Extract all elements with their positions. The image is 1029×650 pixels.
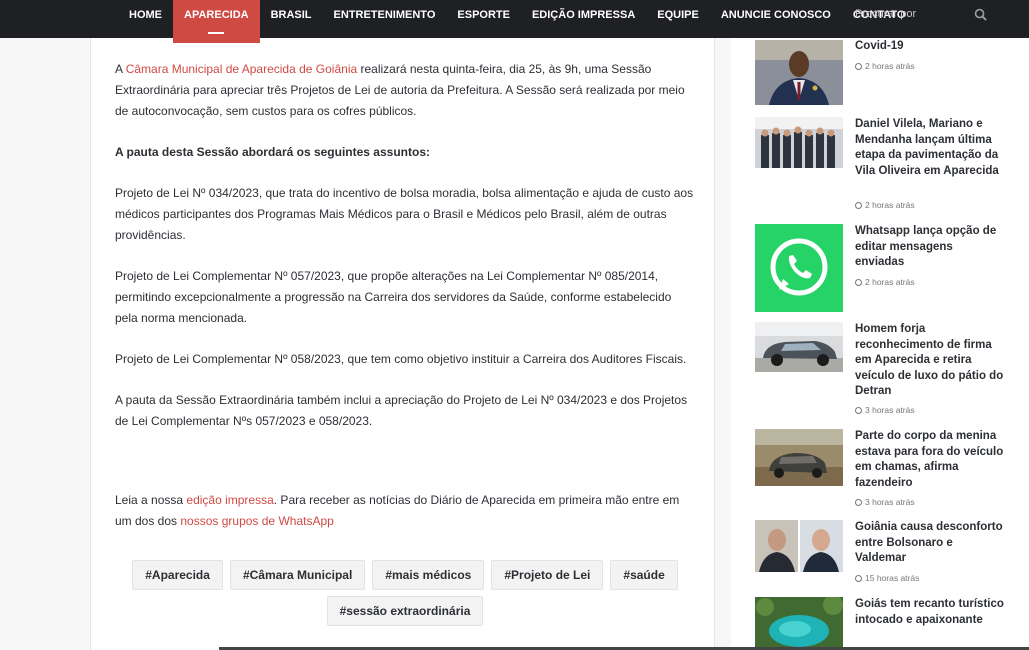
nav-item-esporte[interactable]: ESPORTE xyxy=(446,0,521,38)
post-title[interactable]: Homem forja reconhecimento de firma em A… xyxy=(855,322,1005,400)
edicao-impressa-link[interactable]: edição impressa xyxy=(186,493,273,507)
clock-icon xyxy=(855,499,862,506)
list-item[interactable]: Daniel Vilela, Mariano e Mendanha lançam… xyxy=(755,117,1025,217)
read-more-note: Leia a nossa edição impressa. Para receb… xyxy=(115,490,695,532)
paragraph-intro: A Câmara Municipal de Aparecida de Goiân… xyxy=(115,59,695,122)
paragraph-pl-034: Projeto de Lei Nº 034/2023, que trata do… xyxy=(115,186,694,242)
time-text: 3 horas atrás xyxy=(865,497,915,507)
clock-icon xyxy=(855,407,862,414)
tag-list: #Aparecida #Câmara Municipal #mais médic… xyxy=(115,560,695,626)
post-time: 2 horas atrás xyxy=(855,277,915,287)
article-body: A Câmara Municipal de Aparecida de Goiân… xyxy=(115,59,695,452)
tag-aparecida[interactable]: #Aparecida xyxy=(132,560,223,590)
car-photo-thumbnail[interactable] xyxy=(755,322,843,372)
list-item[interactable]: Goiás tem recanto turístico intocado e a… xyxy=(755,597,1025,650)
sidebar-recent-posts: Covid-19 2 horas atrás Daniel Vilela, Ma… xyxy=(731,0,1029,650)
nav-item-equipe[interactable]: EQUIPE xyxy=(646,0,710,38)
top-navigation: HOME APARECIDA BRASIL ENTRETENIMENTO ESP… xyxy=(0,0,1029,43)
article-container: A Câmara Municipal de Aparecida de Goiân… xyxy=(90,0,715,650)
post-title[interactable]: Whatsapp lança opção de editar mensagens… xyxy=(855,224,1005,271)
group-photo-thumbnail[interactable] xyxy=(755,117,843,168)
paragraph-plc-057: Projeto de Lei Complementar Nº 057/2023,… xyxy=(115,269,672,325)
time-text: 2 horas atrás xyxy=(865,200,915,210)
nav-item-brasil[interactable]: BRASIL xyxy=(260,0,323,38)
nav-item-edicao-impressa[interactable]: EDIÇÃO IMPRESSA xyxy=(521,0,646,38)
tag-saude[interactable]: #saúde xyxy=(610,560,678,590)
time-text: 2 horas atrás xyxy=(865,61,915,71)
time-text: 15 horas atrás xyxy=(865,573,920,583)
camara-municipal-link[interactable]: Câmara Municipal de Aparecida de Goiânia xyxy=(126,62,357,76)
post-time: 2 horas atrás xyxy=(855,61,915,71)
agenda-heading: A pauta desta Sessão abordará os seguint… xyxy=(115,145,430,159)
whatsapp-logo-icon[interactable] xyxy=(755,224,843,312)
post-title[interactable]: Goiânia causa desconforto entre Bolsonar… xyxy=(855,520,1005,567)
clock-icon xyxy=(855,63,862,70)
time-text: 2 horas atrás xyxy=(865,277,915,287)
list-item[interactable]: Whatsapp lança opção de editar mensagens… xyxy=(755,224,1025,314)
tag-sessao-extraordinaria[interactable]: #sessão extraordinária xyxy=(326,596,484,626)
time-text: 3 horas atrás xyxy=(865,405,915,415)
tag-projeto-de-lei[interactable]: #Projeto de Lei xyxy=(491,560,604,590)
clock-icon xyxy=(855,279,862,286)
text: A xyxy=(115,62,126,76)
politicians-photo-thumbnail[interactable] xyxy=(755,520,843,572)
post-time: 15 horas atrás xyxy=(855,573,919,583)
post-title[interactable]: Goiás tem recanto turístico intocado e a… xyxy=(855,597,1005,628)
list-item[interactable]: Parte do corpo da menina estava para for… xyxy=(755,429,1025,514)
lagoon-photo-thumbnail[interactable] xyxy=(755,597,843,650)
paragraph-pauta: A pauta da Sessão Extraordinária também … xyxy=(115,393,688,428)
search-input[interactable]: Procurar por xyxy=(855,8,916,20)
clock-icon xyxy=(855,575,862,582)
nav-item-entretenimento[interactable]: ENTRETENIMENTO xyxy=(323,0,447,38)
politician-photo-thumbnail[interactable] xyxy=(755,40,843,105)
list-item[interactable]: Homem forja reconhecimento de firma em A… xyxy=(755,322,1025,422)
clock-icon xyxy=(855,202,862,209)
post-title[interactable]: Covid-19 xyxy=(855,39,1005,55)
whatsapp-groups-link[interactable]: nossos grupos de WhatsApp xyxy=(180,514,333,528)
nav-item-aparecida[interactable]: APARECIDA xyxy=(173,0,260,43)
post-title[interactable]: Parte do corpo da menina estava para for… xyxy=(855,429,1005,491)
text: Leia a nossa xyxy=(115,493,187,507)
nav-item-home[interactable]: HOME xyxy=(118,0,173,38)
nav-item-anuncie-conosco[interactable]: ANUNCIE CONOSCO xyxy=(710,0,842,38)
tag-camara-municipal[interactable]: #Câmara Municipal xyxy=(229,560,366,590)
post-title[interactable]: Daniel Vilela, Mariano e Mendanha lançam… xyxy=(855,117,1005,179)
search-icon[interactable] xyxy=(974,8,987,21)
list-item[interactable]: Goiânia causa desconforto entre Bolsonar… xyxy=(755,520,1025,590)
post-time: 3 horas atrás xyxy=(855,405,915,415)
post-time: 3 horas atrás xyxy=(855,497,915,507)
tag-mais-medicos[interactable]: #mais médicos xyxy=(372,560,485,590)
burned-car-photo-thumbnail[interactable] xyxy=(755,429,843,486)
post-time: 2 horas atrás xyxy=(855,200,915,210)
nav-menu: HOME APARECIDA BRASIL ENTRETENIMENTO ESP… xyxy=(118,0,916,43)
paragraph-plc-058: Projeto de Lei Complementar Nº 058/2023,… xyxy=(115,352,687,366)
